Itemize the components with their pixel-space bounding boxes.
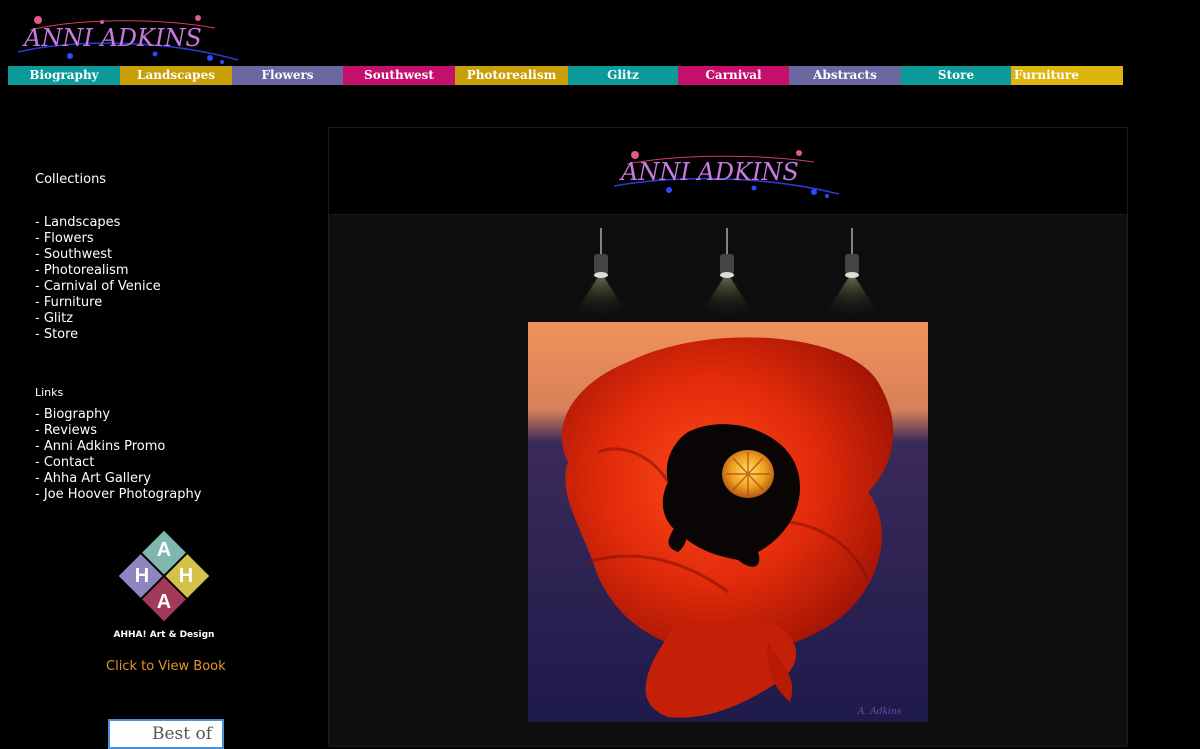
svg-text:A: A	[157, 539, 171, 561]
nav-abstracts[interactable]: Abstracts	[789, 66, 901, 85]
collection-link-southwest[interactable]: - Southwest	[35, 247, 305, 263]
link-contact[interactable]: - Contact	[35, 455, 305, 471]
collection-link-photorealism[interactable]: - Photorealism	[35, 263, 305, 279]
lamp-icon	[818, 228, 886, 326]
collection-link-store[interactable]: - Store	[35, 327, 305, 343]
links-list: - Biography - Reviews - Anni Adkins Prom…	[35, 407, 305, 503]
svg-text:A. Adkins: A. Adkins	[857, 707, 902, 717]
main-navigation: Biography Landscapes Flowers Southwest P…	[8, 66, 1123, 85]
nav-carnival[interactable]: Carnival	[678, 66, 789, 85]
main-content: ANNI ADKINS A. Adkins	[328, 127, 1128, 747]
nav-photorealism[interactable]: Photorealism	[455, 66, 568, 85]
ahha-diamond-icon: A H H A	[118, 530, 210, 622]
anni-adkins-header-logo: ANNI ADKINS	[613, 150, 840, 198]
nav-landscapes[interactable]: Landscapes	[120, 66, 232, 85]
link-ahha-art-gallery[interactable]: - Ahha Art Gallery	[35, 471, 305, 487]
sidebar: Collections - Landscapes - Flowers - Sou…	[35, 170, 305, 503]
collection-link-flowers[interactable]: - Flowers	[35, 231, 305, 247]
collection-link-landscapes[interactable]: - Landscapes	[35, 215, 305, 231]
logo-text: ANNI ADKINS	[22, 24, 202, 52]
collections-list: - Landscapes - Flowers - Southwest - Pho…	[35, 215, 305, 343]
anni-adkins-logo[interactable]: ANNI ADKINS	[10, 10, 242, 68]
header-logo-text: ANNI ADKINS	[619, 158, 799, 186]
lamp-icon	[567, 228, 635, 326]
svg-text:H: H	[135, 565, 149, 587]
link-joe-hoover-photography[interactable]: - Joe Hoover Photography	[35, 487, 305, 503]
best-of-badge[interactable]: Best of	[108, 719, 224, 749]
nav-glitz[interactable]: Glitz	[568, 66, 678, 85]
svg-text:A: A	[157, 591, 171, 613]
collections-heading: Collections	[35, 172, 107, 187]
nav-biography[interactable]: Biography	[8, 66, 120, 85]
main-header: ANNI ADKINS	[329, 128, 1127, 215]
view-book-link[interactable]: Click to View Book	[106, 659, 226, 674]
links-heading: Links	[35, 386, 64, 399]
nav-furniture[interactable]: Furniture	[1011, 66, 1123, 85]
poppy-painting[interactable]: A. Adkins	[528, 322, 928, 722]
collection-link-furniture[interactable]: - Furniture	[35, 295, 305, 311]
nav-flowers[interactable]: Flowers	[232, 66, 343, 85]
nav-southwest[interactable]: Southwest	[343, 66, 455, 85]
collection-link-glitz[interactable]: - Glitz	[35, 311, 305, 327]
link-biography[interactable]: - Biography	[35, 407, 305, 423]
ahha-logo[interactable]: A H H A AHHA! Art & Design	[112, 528, 216, 640]
link-reviews[interactable]: - Reviews	[35, 423, 305, 439]
svg-text:H: H	[179, 565, 193, 587]
lamp-icon	[693, 228, 761, 326]
nav-store[interactable]: Store	[901, 66, 1011, 85]
ahha-caption: AHHA! Art & Design	[113, 630, 215, 640]
link-anni-adkins-promo[interactable]: - Anni Adkins Promo	[35, 439, 305, 455]
gallery-lamps	[567, 228, 886, 326]
collection-link-carnival-of-venice[interactable]: - Carnival of Venice	[35, 279, 305, 295]
